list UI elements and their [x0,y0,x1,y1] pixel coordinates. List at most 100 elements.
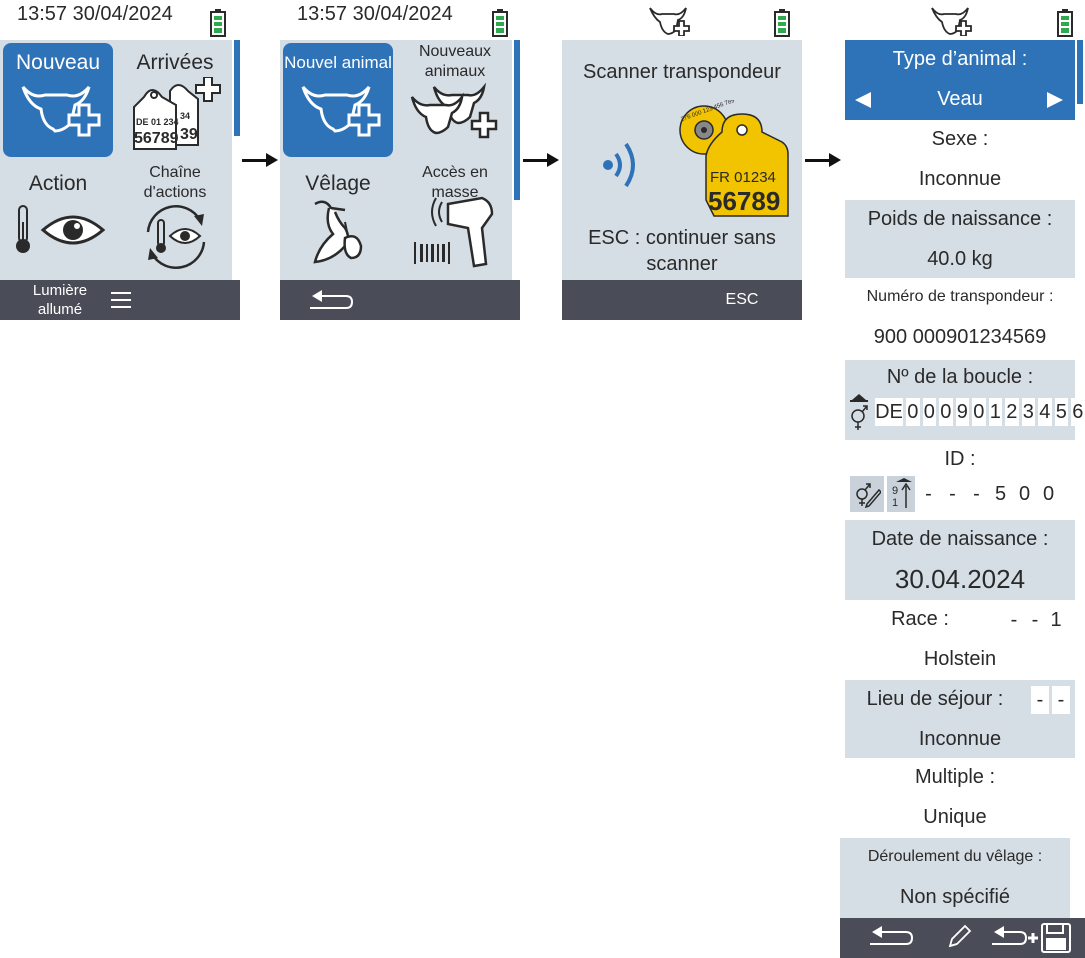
field-birth-weight[interactable]: Poids de naissance : 40.0 kg [845,200,1075,278]
id-char-box[interactable]: - [966,480,987,508]
ear-tag-char-box[interactable]: 0 [906,398,920,426]
sex-pencil-icon [856,483,881,508]
breed-label: Race : [891,608,949,630]
status-time: 13:57 30/04/2024 [297,3,453,25]
sex-toggle-icon[interactable] [848,392,870,432]
field-id[interactable]: ID : 9 1 ---500 [845,440,1075,520]
multiple-label: Multiple : [914,766,996,788]
location-char-box[interactable]: - [1052,686,1070,714]
sort-numeric-icon: 9 1 [892,478,912,509]
tag-number-text: 56789 [708,186,780,216]
breed-char-box[interactable]: - [1026,606,1044,634]
scrollbar[interactable] [1077,40,1083,104]
back-icon[interactable] [308,290,354,312]
screen-main-menu: 13:57 30/04/2024 Nouveau Arrivées DE 01 … [0,0,240,320]
ear-tag-char-box[interactable]: 9 [955,398,969,426]
edit-pencil-icon[interactable] [946,924,972,950]
ear-tag-label: Nº de la boucle : [886,366,1034,388]
menu-icon[interactable] [111,292,131,308]
ear-tag-char-box[interactable]: 5 [1054,398,1068,426]
birth-weight-value: 40.0 kg [927,248,993,270]
id-char-box[interactable]: - [942,480,963,508]
animal-type-label: Type d’animal : [892,48,1028,70]
tile-new-animal[interactable]: Nouvel animal [283,43,393,157]
arrow-right-icon[interactable] [1047,92,1063,108]
battery-icon [210,9,226,37]
bottom-bar [280,280,520,320]
arrow-right-icon [523,153,559,167]
field-location[interactable]: Lieu de séjour : -- Inconnue [845,680,1075,758]
breed-value: Holstein [923,648,997,670]
light-status-line2[interactable]: allumé [14,301,106,318]
tile-arrivals[interactable]: Arrivées DE 01 234 56789 34 39 [120,43,232,157]
tile-action[interactable]: Action [3,162,113,276]
id-char-box[interactable]: - [918,480,939,508]
scrollbar[interactable] [514,40,520,200]
back-icon[interactable] [868,926,914,950]
tile-calving[interactable]: Vêlage [283,162,393,276]
ear-tag-char-box[interactable]: 1 [988,398,1002,426]
stork-icon [313,200,363,264]
id-char-box[interactable]: 0 [1014,480,1035,508]
svg-text:1: 1 [892,497,898,509]
tile-new-animals[interactable]: Nouveaux animaux [400,43,512,157]
cows-plus-icon [410,83,498,139]
barcode-scanner-icon [414,196,494,268]
esc-button[interactable]: ESC [712,291,772,309]
animal-type-value: Veau [937,88,983,110]
field-breed[interactable]: Race : --1 Holstein [845,600,1075,680]
svg-text:9: 9 [892,485,898,497]
field-transponder[interactable]: Numéro de transpondeur : 900 00090123456… [845,280,1075,360]
tile-action-chain[interactable]: Chaîne d'actions [120,162,232,276]
field-calving-course[interactable]: Déroulement du vêlage : Non spécifié [840,838,1070,918]
scrollbar[interactable] [234,40,240,136]
field-multiple[interactable]: Multiple : Unique [840,760,1070,838]
field-ear-tag[interactable]: Nº de la boucle : DE000901234567 [845,360,1085,440]
cow-plus-icon [301,86,381,137]
field-sex[interactable]: Sexe : Inconnue [845,120,1075,200]
birth-weight-label: Poids de naissance : [867,208,1053,230]
tile-calving-label: Vêlage [305,172,371,195]
field-birth-date[interactable]: Date de naissance : 30.04.2024 [845,520,1075,600]
light-status-line1[interactable]: Lumière [14,282,106,299]
svg-text:DE 01 234: DE 01 234 [136,117,179,127]
breed-char-box[interactable]: 1 [1047,606,1065,634]
ear-tag-char-box[interactable]: 0 [922,398,936,426]
svg-text:34: 34 [180,111,190,121]
tile-new-animal-label: Nouvel animal [284,53,392,72]
tile-action-label: Action [28,172,88,195]
cow-plus-icon [21,86,101,137]
calving-course-label: Déroulement du vêlage : [867,848,1043,865]
ear-tag-char-box[interactable]: 3 [1021,398,1035,426]
arrow-right-icon [805,153,841,167]
svg-text:39: 39 [180,126,198,143]
arrow-right-icon [242,153,278,167]
id-char-box[interactable]: 0 [1038,480,1059,508]
ear-tag-char-box[interactable]: 0 [972,398,986,426]
calving-course-value: Non spécifié [899,886,1011,908]
sort-button[interactable]: 9 1 [887,476,915,512]
tile-new-animals-label-1: Nouveaux [418,43,492,60]
screen-scan-transponder: Scanner transpondeur 276 000 123 456 789… [562,0,802,320]
location-char-box[interactable]: - [1031,686,1049,714]
tile-chain-label-1: Chaîne [149,164,201,181]
tile-chain-label-2: d'actions [143,184,207,201]
cow-plus-icon [931,7,972,36]
ear-tag-char-box[interactable]: DE [875,398,903,426]
action-cycle-icon [146,205,206,269]
ear-tag-char-box[interactable]: 2 [1005,398,1019,426]
id-label: ID : [944,448,976,470]
status-time: 13:57 30/04/2024 [17,3,173,25]
tile-new[interactable]: Nouveau [3,43,113,157]
tile-bulk-access[interactable]: Accès en masse [400,162,512,276]
breed-char-box[interactable]: - [1005,606,1023,634]
id-char-box[interactable]: 5 [990,480,1011,508]
scan-message-line2: scanner [646,253,718,275]
field-animal-type[interactable]: Type d’animal : Veau [845,40,1075,120]
back-save-icon[interactable] [990,922,1072,954]
ear-tag-char-box[interactable]: 0 [939,398,953,426]
sex-edit-button[interactable] [850,476,884,512]
ear-tag-char-box[interactable]: 4 [1038,398,1052,426]
bottom-bar [840,918,1085,958]
ear-tag-char-box[interactable]: 6 [1071,398,1085,426]
